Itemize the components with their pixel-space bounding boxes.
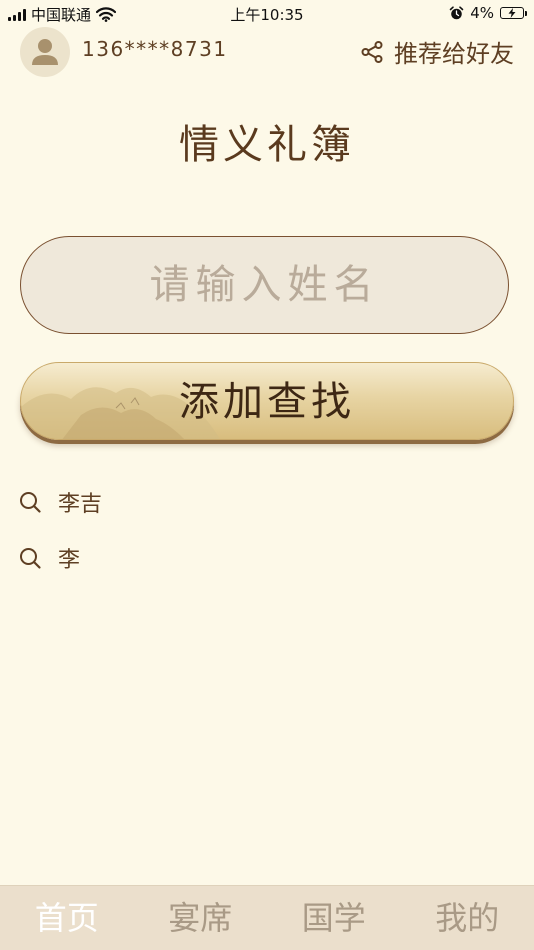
add-search-button[interactable]: 添加查找 (20, 362, 514, 440)
search-icon (20, 548, 41, 569)
avatar[interactable] (20, 27, 70, 77)
name-input[interactable] (20, 236, 509, 334)
share-icon (361, 40, 383, 63)
share-button[interactable]: 推荐给好友 (360, 34, 514, 69)
tab-guoxue[interactable]: 国学 (267, 886, 401, 950)
battery-icon (500, 7, 527, 19)
history-item[interactable]: 李 (18, 530, 518, 586)
status-bar: 中国联通 上午10:35 4% (0, 0, 534, 28)
page-title: 情义礼簿 (179, 122, 355, 168)
search-icon (20, 492, 41, 513)
history-item[interactable]: 李吉 (18, 474, 518, 530)
status-right: 4% (449, 4, 527, 22)
tab-banquet[interactable]: 宴席 (134, 886, 268, 950)
share-label: 推荐给好友 (394, 40, 514, 68)
history-item-text: 李吉 (58, 492, 103, 517)
user-icon (32, 39, 58, 65)
tab-mine[interactable]: 我的 (401, 886, 534, 950)
add-search-label: 添加查找 (179, 379, 355, 425)
phone-number: 136****8731 (82, 37, 228, 61)
tab-home[interactable]: 首页 (0, 886, 134, 950)
tab-bar: 首页 宴席 国学 我的 (0, 885, 534, 950)
charging-bolt-icon (508, 8, 516, 18)
history-item-text: 李 (58, 548, 81, 573)
battery-percent: 4% (470, 4, 494, 22)
alarm-icon (449, 5, 464, 19)
search-history: 李吉 李 (18, 474, 518, 586)
